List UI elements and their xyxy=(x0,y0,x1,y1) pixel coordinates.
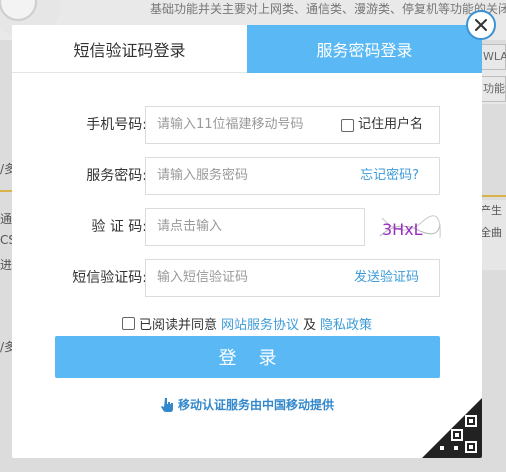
terms-link[interactable]: 网站服务协议 xyxy=(221,314,299,333)
sms-code-label: 短信验证码: xyxy=(72,270,147,286)
qr-code-icon[interactable] xyxy=(422,398,482,458)
login-button[interactable]: 登录 xyxy=(55,336,440,378)
agreement-row: 已阅读并同意 网站服务协议 及 隐私政策 xyxy=(12,314,482,333)
privacy-link[interactable]: 隐私政策 xyxy=(320,314,372,333)
checkbox-icon[interactable] xyxy=(340,118,354,132)
footer-note-text: 移动认证服务由中国移动提供 xyxy=(177,398,334,412)
phone-input[interactable]: 请输入11位福建移动号码 记住用户名 xyxy=(145,106,440,144)
login-modal: 短信验证码登录 服务密码登录 手机号码: 请输入11位福建移动号码 记住用户名 … xyxy=(12,25,482,458)
sms-code-row: 短信验证码: 输入短信验证码 发送验证码 xyxy=(12,259,482,297)
background-left-text: 通 xyxy=(0,212,13,226)
background-right-tabs: WLA 功能 xyxy=(480,44,506,104)
captcha-row: 验 证 码: 请点击输入 3HxL xyxy=(12,208,482,246)
forgot-password-link[interactable]: 忘记密码? xyxy=(360,158,419,194)
background-divider xyxy=(0,190,12,192)
captcha-input[interactable]: 请点击输入 xyxy=(145,208,365,246)
remember-username[interactable]: 记住用户名 xyxy=(340,107,423,143)
agreement-and: 及 xyxy=(303,318,317,333)
background-side-box: 产生 全曲 xyxy=(480,200,506,270)
password-input[interactable]: 请输入服务密码 忘记密码? xyxy=(145,157,440,195)
captcha-label: 验 证 码: xyxy=(91,219,147,235)
phone-row: 手机号码: 请输入11位福建移动号码 记住用户名 xyxy=(12,106,482,144)
hand-pointer-icon xyxy=(160,397,173,412)
captcha-text: 3HxL xyxy=(382,220,423,239)
close-button[interactable] xyxy=(466,10,496,40)
login-tabs: 短信验证码登录 服务密码登录 xyxy=(12,25,482,73)
background-divider xyxy=(482,195,506,197)
agreement-checkbox[interactable] xyxy=(121,317,135,330)
background-header-text: 基础功能并关主要对上网类、通信类、漫游类、停复机等功能的关闭 xyxy=(150,2,506,16)
background-side-text: 产生 xyxy=(480,204,502,217)
background-right-tab: 功能 xyxy=(480,76,506,102)
send-sms-code-link[interactable]: 发送验证码 xyxy=(354,260,419,296)
sms-code-placeholder: 输入短信验证码 xyxy=(157,270,249,285)
background-side-text: 全曲 xyxy=(480,226,502,239)
sms-code-input[interactable]: 输入短信验证码 发送验证码 xyxy=(145,259,440,297)
phone-label: 手机号码: xyxy=(86,117,147,133)
footer-note: 移动认证服务由中国移动提供 xyxy=(12,396,482,413)
password-placeholder: 请输入服务密码 xyxy=(157,168,249,183)
tab-password-login[interactable]: 服务密码登录 xyxy=(247,25,482,73)
tab-sms-login[interactable]: 短信验证码登录 xyxy=(12,25,247,73)
captcha-placeholder: 请点击输入 xyxy=(157,219,223,234)
background-left-text: 进 xyxy=(0,258,13,272)
background-right-tab: WLA xyxy=(480,44,506,70)
phone-placeholder: 请输入11位福建移动号码 xyxy=(157,117,304,132)
captcha-image[interactable]: 3HxL xyxy=(378,210,442,244)
close-icon xyxy=(475,19,487,31)
password-row: 服务密码: 请输入服务密码 忘记密码? xyxy=(12,157,482,195)
remember-label: 记住用户名 xyxy=(357,117,423,132)
agreement-prefix: 已阅读并同意 xyxy=(138,318,217,333)
password-label: 服务密码: xyxy=(86,168,147,184)
